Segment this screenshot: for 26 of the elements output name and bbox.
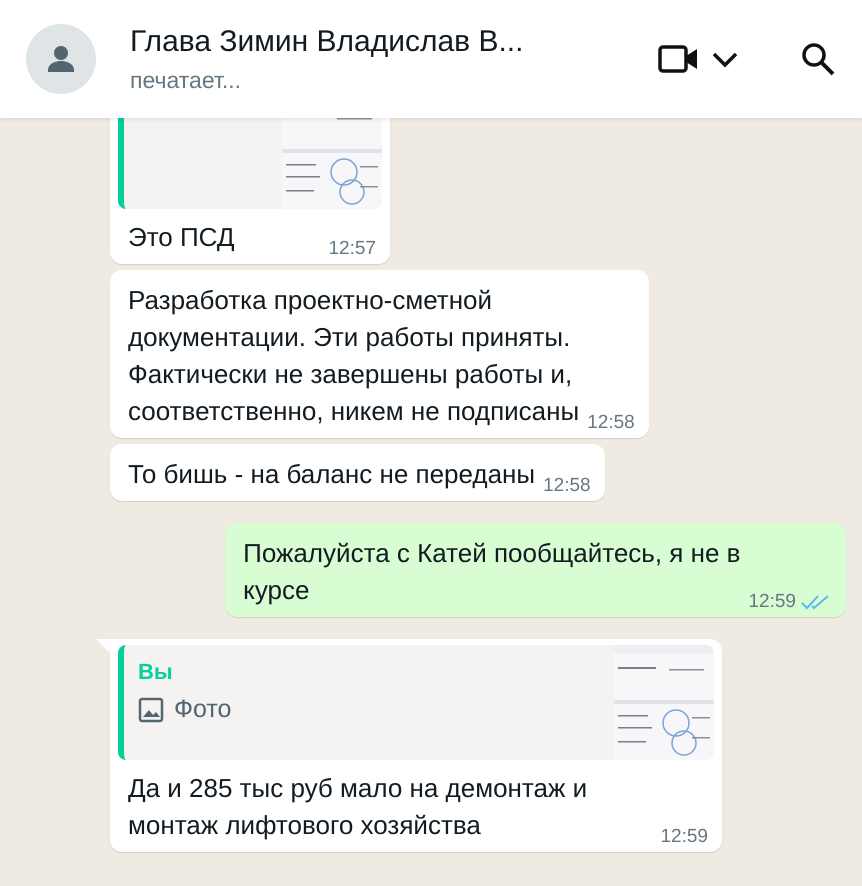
message-text: То бишь - на баланс не переданы: [128, 458, 536, 491]
message-time: 12:57: [328, 238, 376, 260]
message-text: Да и 285 тыс руб мало на демонтаж и монтаж лифтового хозяйства: [128, 772, 588, 842]
contact-name[interactable]: Глава Зимин Владислав В...: [130, 24, 658, 58]
search-button[interactable]: [800, 41, 836, 77]
message-bubble[interactable]: То бишь - на баланс не переданы 12:58: [110, 444, 605, 501]
typing-status: печатает...: [130, 66, 242, 94]
video-camera-icon: [658, 43, 700, 75]
message-bubble[interactable]: Вы Фото Да и 285 тыс руб мало на демонтаж и монтаж лифтового хозяйства 12:59: [110, 639, 722, 852]
message-bubble[interactable]: Разработка проектно-сметной документации. Эти работы приняты. Фактически не завершены работы и, соответственно, никем не подписаны 12:58: [110, 270, 649, 438]
quoted-message[interactable]: Вы Фото: [118, 645, 714, 760]
message-text: Разработка проектно-сметной документации. Эти работы приняты. Фактически не завершены работы и, соответственно, никем не подписаны: [128, 284, 580, 428]
video-call-button[interactable]: [658, 43, 740, 75]
message-text: Это ПСД: [128, 221, 236, 254]
message-text: Пожалуйста с Катей пообщайтесь, я не в курсе: [243, 537, 740, 607]
search-icon: [800, 41, 836, 77]
message-bubble[interactable]: Пожалуйста с Катей пообщайтесь, я не в курсе 12:59: [225, 523, 846, 617]
quote-author: Вы: [138, 659, 174, 685]
message-time: 12:58: [543, 475, 591, 497]
message-time: 12:59: [660, 826, 708, 848]
message-bubble[interactable]: Это ПСД 12:57: [110, 118, 390, 264]
photo-label: Фото: [174, 695, 232, 724]
avatar-icon[interactable]: [26, 24, 96, 94]
image-icon: [138, 696, 164, 722]
message-time: 12:58: [587, 412, 635, 434]
message-time: 12:59: [748, 591, 796, 613]
